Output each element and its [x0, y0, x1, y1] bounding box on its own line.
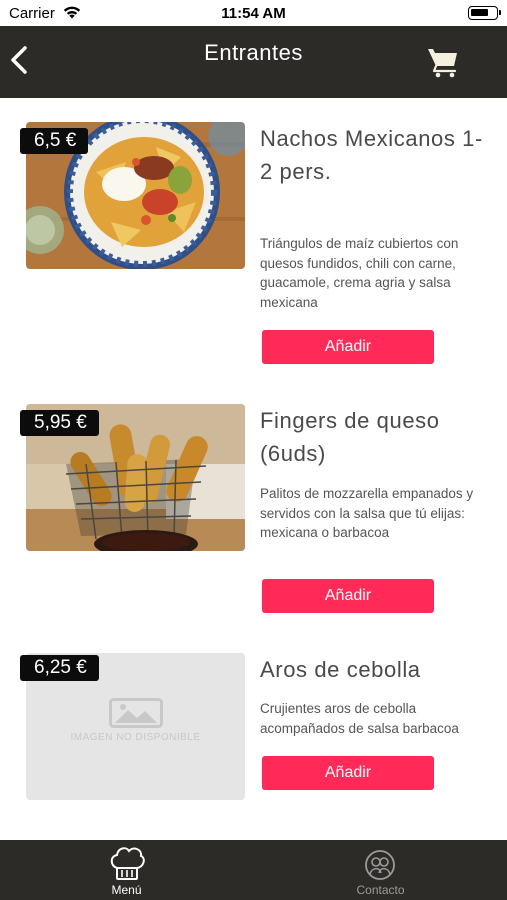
product-name: Fingers de queso (6uds) — [260, 408, 440, 466]
product-description: Palitos de mozzarella empanados y servid… — [260, 486, 474, 540]
tab-menu[interactable]: Menú — [0, 840, 253, 900]
product-card: 5,95 € Fingers de queso (6uds) Palitos d… — [0, 404, 507, 616]
price-tag: 6,25 € — [20, 655, 99, 681]
price-tag: 6,5 € — [20, 128, 89, 154]
nav-bar: Entrantes — [0, 26, 507, 98]
add-button[interactable]: Añadir — [262, 579, 434, 613]
price-tag: 5,95 € — [20, 410, 99, 436]
product-card: IMAGEN NO DISPONIBLE 6,25 € Aros de cebo… — [0, 653, 507, 803]
contact-icon — [365, 850, 395, 880]
placeholder-text: IMAGEN NO DISPONIBLE — [70, 732, 201, 743]
product-name: Nachos Mexicanos 1-2 pers. — [260, 126, 483, 184]
clock: 11:54 AM — [221, 5, 286, 22]
tab-contacto[interactable]: Contacto — [254, 840, 507, 900]
cart-icon — [428, 49, 457, 78]
product-description: Crujientes aros de cebolla acompañados d… — [260, 701, 459, 736]
product-name: Aros de cebolla — [260, 657, 421, 682]
cart-button[interactable] — [427, 44, 459, 78]
product-card: 6,5 € Nachos Mexicanos 1-2 pers. Triángu… — [0, 122, 507, 367]
tab-contacto-label: Contacto — [356, 883, 405, 897]
add-button[interactable]: Añadir — [262, 330, 434, 364]
chef-hat-icon — [110, 847, 145, 880]
add-button[interactable]: Añadir — [262, 756, 434, 790]
tab-menu-label: Menú — [111, 883, 142, 897]
tab-bar: Menú Contacto — [0, 840, 507, 900]
product-description: Triángulos de maíz cubiertos con quesos … — [260, 236, 459, 310]
status-bar: Carrier 11:54 AM — [0, 0, 507, 26]
battery-icon — [468, 6, 501, 20]
image-placeholder-icon — [109, 698, 163, 728]
